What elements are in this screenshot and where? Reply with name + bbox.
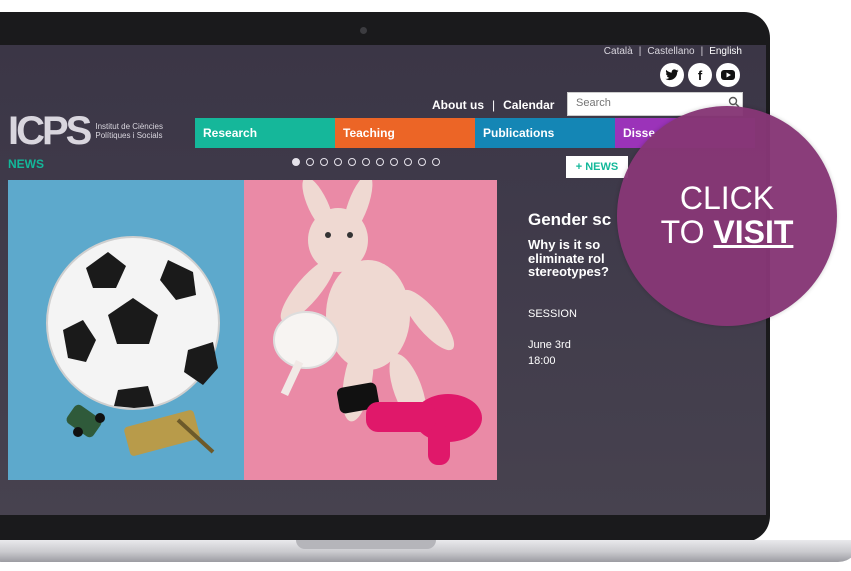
youtube-icon[interactable]: [716, 63, 740, 87]
soccer-ball-icon: [46, 236, 220, 410]
feature-event-date: June 3rd: [528, 339, 571, 351]
logo-text: Institut de Ciències Polítiques i Social…: [95, 122, 175, 140]
news-section-label: NEWS: [8, 157, 44, 171]
logo-text-line2: Polítiques i Socials: [95, 131, 163, 140]
lang-catala[interactable]: Català: [604, 46, 633, 57]
slider-dot[interactable]: [404, 158, 412, 166]
slider-dot[interactable]: [292, 158, 300, 166]
slider-dot[interactable]: [390, 158, 398, 166]
facebook-icon[interactable]: f: [688, 63, 712, 87]
slider-dot[interactable]: [320, 158, 328, 166]
language-bar: Català | Castellano | English: [603, 46, 742, 57]
laptop-base-notch: [296, 540, 436, 549]
icps-logo[interactable]: ICPS Institut de Ciències Polítiques i S…: [8, 111, 175, 151]
nav-publications[interactable]: Publications: [475, 118, 615, 148]
more-news-button[interactable]: + NEWS: [566, 156, 628, 178]
slider-dot[interactable]: [334, 158, 342, 166]
calendar-link[interactable]: Calendar: [503, 98, 554, 112]
feature-illustration: [46, 180, 482, 465]
slider-dot[interactable]: [306, 158, 314, 166]
top-links-separator: |: [492, 98, 496, 112]
slider-dot[interactable]: [362, 158, 370, 166]
cta-line1: CLICK: [679, 179, 775, 216]
about-us-link[interactable]: About us: [432, 98, 484, 112]
toy-car-icon: [66, 404, 105, 438]
toy-tank-icon: [124, 410, 215, 456]
feature-event-time: 18:00: [528, 355, 556, 367]
cta-line2: TO VISIT: [661, 215, 794, 250]
feature-event-type: SESSION: [528, 308, 577, 320]
toy-plate-icon: [273, 311, 339, 397]
click-to-visit-badge[interactable]: CLICK TO VISIT: [617, 106, 837, 326]
lang-castellano[interactable]: Castellano: [647, 46, 694, 57]
nav-research[interactable]: Research: [195, 118, 335, 148]
slider-dot[interactable]: [418, 158, 426, 166]
social-links: f: [660, 63, 740, 87]
lang-english[interactable]: English: [709, 46, 742, 57]
cta-visit-link[interactable]: VISIT: [713, 214, 793, 250]
slider-dot[interactable]: [376, 158, 384, 166]
nav-teaching[interactable]: Teaching: [335, 118, 475, 148]
slider-dot[interactable]: [348, 158, 356, 166]
cta-line2-prefix: TO: [660, 214, 714, 251]
feature-title[interactable]: Gender sc: [528, 210, 611, 230]
logo-text-line1: Institut de Ciències: [95, 121, 163, 131]
slider-dots: [292, 158, 440, 166]
feature-image[interactable]: [8, 180, 497, 480]
logo-mark: ICPS: [8, 109, 92, 153]
camera-dot: [360, 27, 367, 34]
slider-dot[interactable]: [432, 158, 440, 166]
top-links: About us | Calendar: [432, 98, 554, 112]
twitter-icon[interactable]: [660, 63, 684, 87]
